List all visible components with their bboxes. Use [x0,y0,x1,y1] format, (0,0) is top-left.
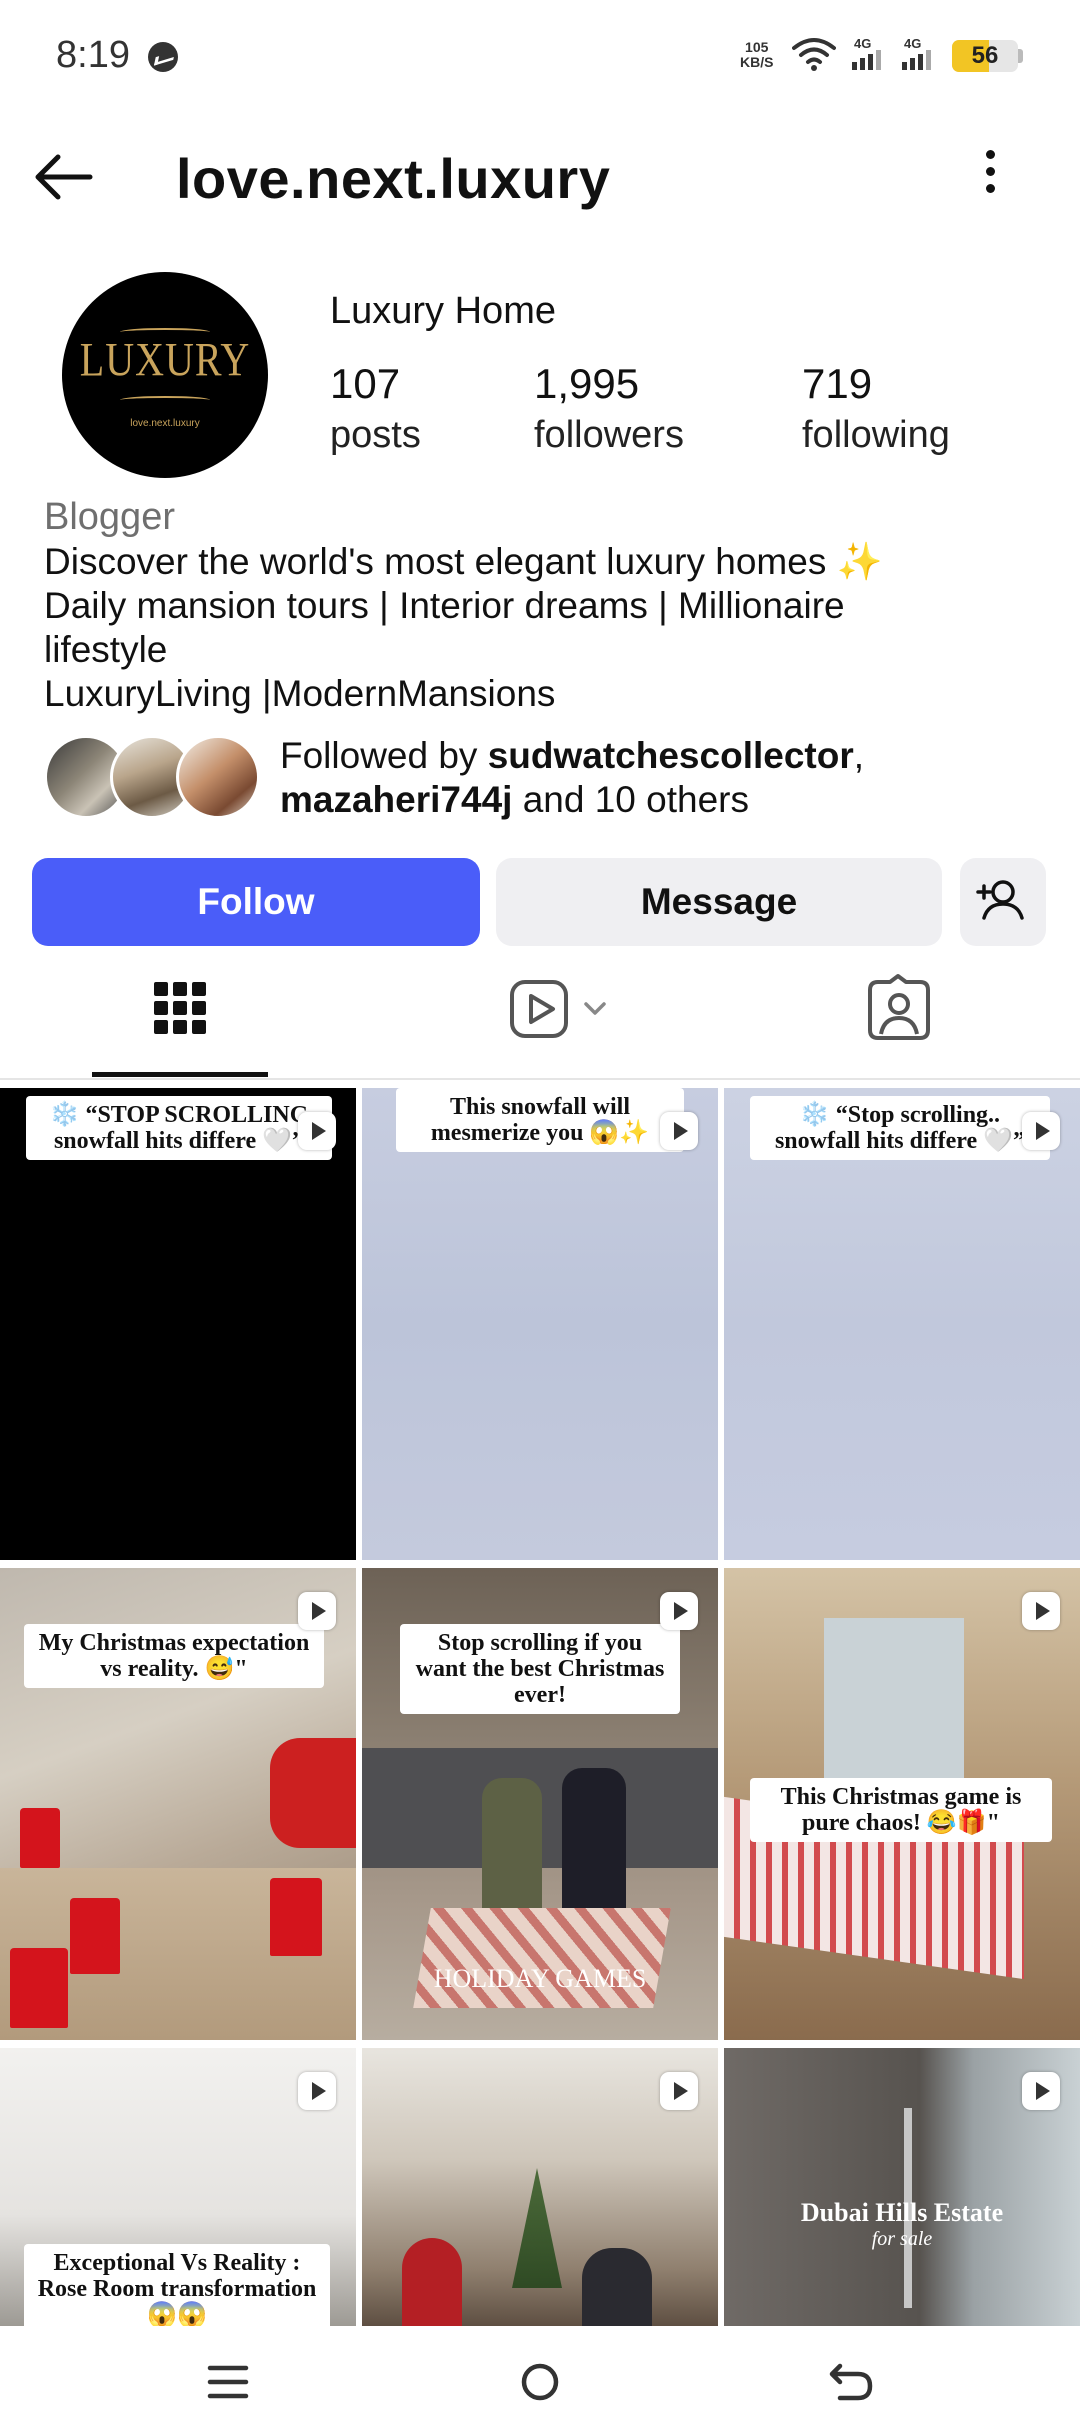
post-caption: My Christmas expectation vs reality. 😅" [24,1624,324,1688]
profile-tabs [0,968,1080,1078]
home-circle-icon[interactable] [500,2352,580,2412]
red-cup [270,1878,322,1956]
post-tile[interactable]: This Christmas game is pure chaos! 😂🎁" [724,1568,1080,2040]
post-tile[interactable]: Dubai Hills Estate for sale [724,2048,1080,2326]
avatar[interactable]: LUXURY love.next.luxury [62,272,268,478]
red-cup [70,1898,120,1974]
profile-category: Blogger [44,496,175,538]
post-tile[interactable] [362,2048,718,2326]
post-tile[interactable]: This snowfall will mesmerize you 😱✨ [362,1088,718,1560]
post-tile[interactable]: Exceptional Vs Reality : Rose Room trans… [0,2048,356,2326]
post-caption: ❄️ “Stop scrolling.. snowfall hits diffe… [750,1096,1050,1160]
post-caption: This Christmas game is pure chaos! 😂🎁" [750,1778,1052,1842]
following-label: following [802,414,950,456]
message-button[interactable]: Message [496,858,942,946]
reel-icon [298,2072,336,2110]
followed-by[interactable]: Followed by sudwatchescollector, mazaher… [44,732,1044,822]
follower-username: sudwatchescollector [487,735,854,776]
reel-icon [660,1112,698,1150]
post-tile[interactable]: ❄️ “Stop scrolling.. snowfall hits diffe… [724,1088,1080,1560]
avatar-logo-sub: love.next.luxury [130,418,200,429]
svg-text:4G: 4G [854,36,871,51]
posts-stat: 107 posts [330,358,421,460]
followers-label: followers [534,414,684,456]
signal-icon: 4G [852,36,881,70]
posts-count: 107 [330,360,401,407]
reel-icon [1022,1112,1060,1150]
profile-header: love.next.luxury [0,110,1080,240]
reel-icon [298,1112,336,1150]
add-user-button[interactable] [960,858,1046,946]
bio-line: lifestyle [44,629,168,670]
page-title: love.next.luxury [176,147,611,210]
followers-count: 1,995 [534,360,640,407]
battery-icon: 56 [952,40,1018,72]
following-stat[interactable]: 719 following [802,358,950,460]
more-vertical-icon[interactable] [970,144,1010,204]
post-tile[interactable]: My Christmas expectation vs reality. 😅" [0,1568,356,2040]
posts-label: posts [330,414,421,456]
tab-tagged[interactable] [750,968,1050,1078]
reel-icon [298,1592,336,1630]
christmas-tree [512,2168,562,2288]
reel-icon [1022,2072,1060,2110]
battery-tip [1018,49,1023,63]
svg-text:4G: 4G [904,36,921,51]
divider [0,1078,1080,1080]
system-nav-bar [0,2326,1080,2436]
messenger-icon [148,42,178,72]
tagged-icon [868,974,930,1040]
followed-by-text: Followed by sudwatchescollector, mazaher… [280,735,865,820]
reel-icon [1022,1592,1060,1630]
post-tile[interactable]: ❄️ “STOP SCROLLING snowfall hits differe… [0,1088,356,1560]
reel-icon [660,1592,698,1630]
add-user-icon [976,880,1024,920]
post-caption: ❄️ “STOP SCROLLING snowfall hits differe… [26,1096,332,1160]
back-arrow-icon[interactable] [30,142,100,212]
reels-icon [510,980,606,1038]
red-cup [10,1948,68,2028]
following-count: 719 [802,360,873,407]
bio-line: Daily mansion tours | Interior dreams | … [44,585,845,626]
tab-grid[interactable] [30,968,330,1078]
follower-username: mazaheri744j [280,779,513,820]
post-overlay-sub: for sale [871,2228,933,2250]
menu-icon[interactable] [188,2352,268,2412]
bio-line: Discover the world's most elegant luxury… [44,541,883,582]
post-overlay-text: Dubai Hills Estate [800,2198,1004,2227]
network-speed: 105 KB/S [740,39,774,70]
status-bar: 8:19 105 KB/S 4G 4G 56 [0,0,1080,110]
status-time: 8:19 [56,34,130,76]
bio: Blogger Discover the world's most elegan… [44,494,1044,716]
follow-button[interactable]: Follow [32,858,480,946]
grid-icon [154,982,206,1034]
tab-indicator [92,1072,268,1077]
post-overlay-text: HOLIDAY GAMES [433,1964,647,1993]
post-caption: Exceptional Vs Reality : Rose Room trans… [24,2244,330,2326]
reel-icon [660,2072,698,2110]
signal-icon-2: 4G [902,36,931,70]
back-nav-icon[interactable] [812,2352,892,2412]
tab-reels[interactable] [390,968,690,1078]
follower-avatar [176,735,260,819]
bio-line: LuxuryLiving |ModernMansions [44,673,556,714]
avatar-logo-text: LUXURY [79,332,251,387]
display-name: Luxury Home [330,290,556,332]
post-caption: This snowfall will mesmerize you 😱✨ [396,1088,684,1152]
followers-stat[interactable]: 1,995 followers [534,358,684,460]
post-caption: Stop scrolling if you want the best Chri… [400,1624,680,1714]
wifi-icon [792,38,836,71]
post-tile[interactable]: Stop scrolling if you want the best Chri… [362,1568,718,2040]
red-cup [20,1808,60,1868]
